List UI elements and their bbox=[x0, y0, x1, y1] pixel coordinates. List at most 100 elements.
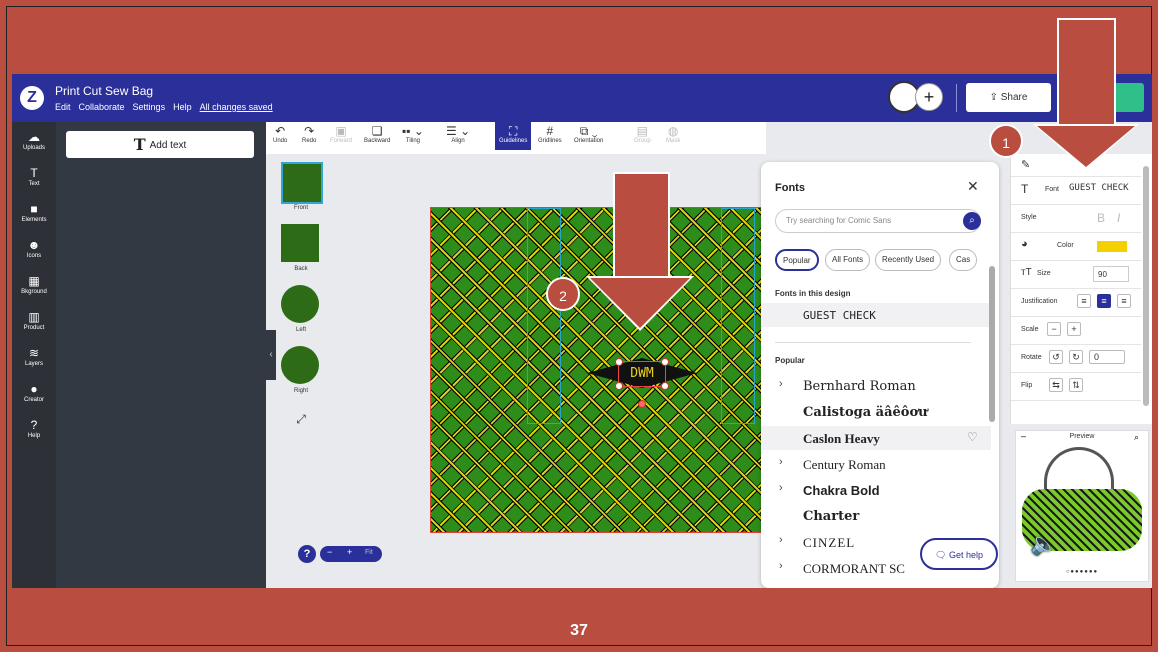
chevron-right-icon[interactable]: › bbox=[779, 534, 783, 546]
chip-popular[interactable]: Popular bbox=[775, 249, 819, 271]
justification-label: Justification bbox=[1021, 298, 1058, 305]
saved-status[interactable]: All changes saved bbox=[200, 102, 273, 112]
rail-icons[interactable]: ☻ Icons bbox=[12, 238, 56, 259]
font-item[interactable]: › Century Roman bbox=[761, 452, 991, 476]
menu-help[interactable]: Help bbox=[173, 102, 192, 112]
menu-collaborate[interactable]: Collaborate bbox=[79, 102, 125, 112]
rail-label: Product bbox=[23, 325, 45, 331]
dwm-text[interactable]: DWM bbox=[618, 361, 666, 387]
font-item[interactable]: Charter bbox=[761, 504, 991, 528]
scale-up-button[interactable]: + bbox=[1067, 322, 1081, 336]
align-right-icon[interactable]: ≡ bbox=[1117, 294, 1131, 308]
font-name: Caslon Heavy bbox=[803, 431, 880, 446]
font-value[interactable]: GUEST CHECK bbox=[1069, 183, 1129, 193]
step-badge-2: 2 bbox=[546, 277, 580, 311]
chip-all-fonts[interactable]: All Fonts bbox=[825, 249, 871, 271]
rail-text[interactable]: T Text bbox=[12, 166, 56, 187]
expand-icon[interactable]: ⤢ bbox=[266, 412, 336, 427]
tiling-button[interactable]: ▪▪ ⌄ Tiling bbox=[402, 124, 424, 144]
resize-handle[interactable] bbox=[661, 358, 669, 366]
zoom-fit-button[interactable]: Fit bbox=[365, 549, 373, 556]
document-title[interactable]: Print Cut Sew Bag bbox=[55, 84, 153, 98]
backward-button[interactable]: ❏ Backward bbox=[364, 124, 390, 144]
guidelines-button[interactable]: ⛶ Guidelines bbox=[495, 122, 532, 150]
rail-elements[interactable]: ■ Elements bbox=[12, 202, 56, 223]
chevron-right-icon[interactable]: › bbox=[779, 378, 783, 390]
redo-button[interactable]: ↷ Redo bbox=[302, 124, 316, 144]
zoom-in-button[interactable]: + bbox=[347, 547, 352, 557]
canvas-help-icon[interactable]: ? bbox=[298, 545, 316, 563]
rail-creator[interactable]: ● Creator bbox=[12, 382, 56, 403]
chip-recently-used[interactable]: Recently Used bbox=[875, 249, 942, 271]
font-item[interactable]: GUEST CHECK bbox=[761, 303, 991, 327]
font-item[interactable]: › Chakra Bold bbox=[761, 478, 991, 502]
thumbnail-back[interactable] bbox=[281, 224, 319, 262]
mask-button[interactable]: ◍ Mask bbox=[666, 124, 680, 144]
font-item[interactable]: › Bernhard Roman bbox=[761, 374, 991, 398]
popular-heading: Popular bbox=[775, 356, 805, 365]
gridlines-button[interactable]: # Gridlines bbox=[538, 124, 562, 144]
rotate-right-icon[interactable]: ↻ bbox=[1069, 350, 1083, 364]
rail-layers[interactable]: ≋ Layers bbox=[12, 346, 56, 367]
mask-icon: ◍ bbox=[667, 124, 679, 138]
close-icon[interactable]: ✕ bbox=[967, 178, 979, 195]
group-button[interactable]: ▤ Group bbox=[634, 124, 651, 144]
flip-horizontal-icon[interactable]: ⇆ bbox=[1049, 378, 1063, 392]
bold-button[interactable]: B bbox=[1097, 211, 1105, 225]
menu-edit[interactable]: Edit bbox=[55, 102, 71, 112]
properties-scrollbar[interactable] bbox=[1143, 166, 1149, 406]
italic-button[interactable]: I bbox=[1117, 211, 1120, 225]
chevron-right-icon[interactable]: › bbox=[779, 456, 783, 468]
forward-button[interactable]: ▣ Forward bbox=[330, 124, 352, 144]
font-item[interactable]: Calistoga äâêôơư bbox=[761, 400, 991, 424]
menu-settings[interactable]: Settings bbox=[133, 102, 166, 112]
rail-help[interactable]: ? Help bbox=[12, 418, 56, 439]
rail-uploads[interactable]: ☁ Uploads bbox=[12, 130, 56, 151]
preview-carousel-dots[interactable]: ○●●●●●● bbox=[1016, 569, 1148, 575]
font-name: CORMORANT SC bbox=[803, 561, 905, 576]
zoom-out-button[interactable]: − bbox=[327, 547, 332, 557]
search-icon[interactable]: ⌕ bbox=[963, 212, 981, 230]
align-icon: ☰ ⌄ bbox=[446, 124, 471, 138]
rotate-handle-icon[interactable] bbox=[638, 400, 646, 408]
thumbnail-front[interactable] bbox=[281, 162, 323, 204]
heart-icon[interactable]: ♡ bbox=[967, 430, 978, 444]
fonts-scrollbar[interactable] bbox=[989, 266, 995, 422]
text-element[interactable]: DWM bbox=[587, 358, 697, 408]
rotate-input[interactable]: 0 bbox=[1089, 350, 1125, 364]
font-search-input[interactable]: Try searching for Comic Sans bbox=[775, 209, 981, 233]
resize-handle[interactable] bbox=[661, 382, 669, 390]
align-button[interactable]: ☰ ⌄ Align bbox=[446, 124, 470, 144]
rail-product[interactable]: ▥ Product bbox=[12, 310, 56, 331]
resize-handle[interactable] bbox=[615, 382, 623, 390]
speaker-icon[interactable]: 🔈 bbox=[1030, 531, 1057, 557]
logo-icon[interactable]: Z bbox=[20, 86, 44, 110]
resize-handle[interactable] bbox=[615, 358, 623, 366]
chip-casual[interactable]: Cas bbox=[949, 249, 978, 271]
flip-vertical-icon[interactable]: ⇅ bbox=[1069, 378, 1083, 392]
align-center-icon[interactable]: ≡ bbox=[1097, 294, 1111, 308]
thumbnail-left[interactable] bbox=[281, 285, 319, 323]
align-left-icon[interactable]: ≡ bbox=[1077, 294, 1091, 308]
rail-background[interactable]: ▦ Bkground bbox=[12, 274, 56, 295]
thumbnail-right[interactable] bbox=[281, 346, 319, 384]
share-button[interactable]: ⇪ Share bbox=[966, 83, 1051, 112]
thumbnail-label: Left bbox=[295, 327, 306, 333]
step-badge-1: 1 bbox=[989, 124, 1023, 158]
rotate-left-icon[interactable]: ↺ bbox=[1049, 350, 1063, 364]
get-help-button[interactable]: 🗨 Get help bbox=[920, 538, 998, 570]
orientation-button[interactable]: ⧉ ⌄ Orientation bbox=[574, 124, 603, 144]
zoom-icon[interactable]: ⌕ bbox=[1134, 432, 1139, 443]
add-text-button[interactable]: T Add text bbox=[66, 131, 254, 158]
font-item[interactable]: Caslon Heavy ♡ bbox=[761, 426, 991, 450]
rail-label: Creator bbox=[23, 397, 44, 403]
font-row[interactable]: T Font GUEST CHECK bbox=[1011, 176, 1141, 205]
color-swatch[interactable] bbox=[1097, 241, 1127, 252]
size-input[interactable]: 90 bbox=[1093, 266, 1129, 282]
scale-down-button[interactable]: − bbox=[1047, 322, 1061, 336]
undo-button[interactable]: ↶ Undo bbox=[273, 124, 287, 144]
pencil-icon[interactable]: ✎ bbox=[1021, 158, 1030, 171]
chevron-right-icon[interactable]: › bbox=[779, 560, 783, 572]
chevron-right-icon[interactable]: › bbox=[779, 482, 783, 494]
add-collaborator-button[interactable]: + bbox=[915, 83, 943, 111]
